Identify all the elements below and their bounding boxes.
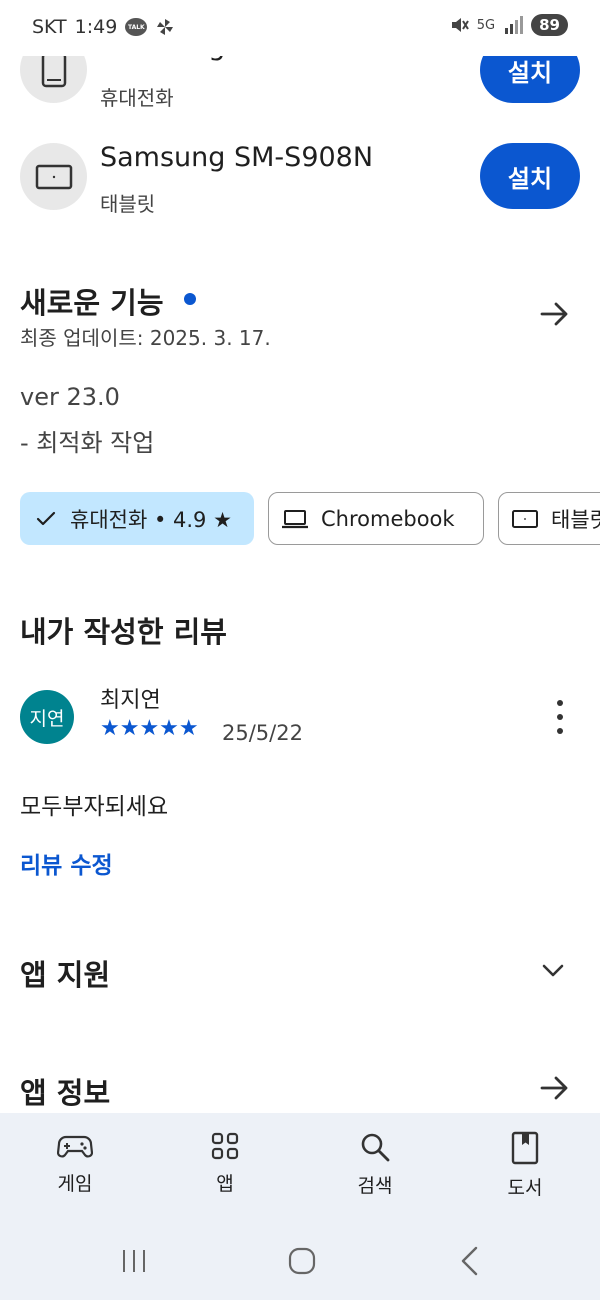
arrow-right-icon[interactable] <box>538 1071 572 1105</box>
signal-icon <box>505 16 524 34</box>
release-notes: - 최적화 작업 <box>20 429 155 457</box>
chip-label: 휴대전화 • 4.9 ★ <box>70 507 232 532</box>
recent-apps-icon[interactable] <box>120 1247 148 1275</box>
nav-label: 검색 <box>357 1175 393 1197</box>
status-bar: SKT 1:49 TALK 5G 89 <box>0 0 600 56</box>
phone-icon <box>41 52 66 87</box>
nav-search[interactable]: 검색 <box>325 1113 425 1230</box>
chip-label: 태블릿 <box>551 507 600 532</box>
system-navigation-bar <box>0 1230 600 1300</box>
more-options-icon[interactable] <box>550 700 570 734</box>
chip-chromebook[interactable]: Chromebook <box>268 492 484 545</box>
install-button[interactable]: 설치 <box>480 143 580 209</box>
chip-label: Chromebook <box>321 506 455 531</box>
mute-icon <box>451 18 469 32</box>
nav-games[interactable]: 게임 <box>25 1113 125 1230</box>
tablet-icon <box>512 509 538 528</box>
apps-grid-icon <box>211 1132 239 1160</box>
back-icon[interactable] <box>458 1245 482 1277</box>
battery-indicator: 89 <box>531 14 568 36</box>
device-type: 태블릿 <box>100 192 156 216</box>
chevron-down-icon[interactable] <box>538 955 568 985</box>
nav-books[interactable]: 도서 <box>475 1113 575 1230</box>
network-label: 5G <box>476 17 496 33</box>
carrier-label: SKT <box>32 16 67 38</box>
arrow-right-icon[interactable] <box>538 297 572 331</box>
edit-review-link[interactable]: 리뷰 수정 <box>20 846 113 880</box>
tablet-icon <box>35 164 72 189</box>
app-info-title[interactable]: 앱 정보 <box>20 1070 110 1112</box>
review-body: 모두부자되세요 <box>20 794 169 820</box>
gamepad-icon <box>57 1135 93 1158</box>
nav-label: 게임 <box>57 1173 93 1195</box>
bottom-navigation: 게임 앱 검색 도서 <box>0 1113 600 1230</box>
chip-phone[interactable]: 휴대전화 • 4.9 ★ <box>20 492 254 545</box>
device-icon-background <box>20 143 87 210</box>
kakaotalk-icon: TALK <box>125 18 148 36</box>
nav-apps[interactable]: 앱 <box>175 1113 275 1230</box>
new-indicator-dot <box>184 293 196 305</box>
nav-label: 앱 <box>216 1173 234 1195</box>
chip-tablet[interactable]: 태블릿 <box>498 492 600 545</box>
device-type: 휴대전화 <box>100 86 174 110</box>
last-updated: 최종 업데이트: 2025. 3. 17. <box>20 326 271 350</box>
laptop-icon <box>282 509 308 528</box>
device-name: Samsung SM-S908N <box>100 142 374 173</box>
version-text: ver 23.0 <box>20 383 120 411</box>
avatar: 지연 <box>20 690 74 744</box>
book-icon <box>511 1131 539 1165</box>
device-chip-row: 휴대전화 • 4.9 ★ Chromebook 태블릿 <box>20 492 600 546</box>
review-date: 25/5/22 <box>222 721 303 745</box>
whats-new-title: 새로운 기능 <box>20 286 164 320</box>
home-icon[interactable] <box>287 1246 317 1276</box>
pinwheel-icon <box>157 19 174 35</box>
search-icon <box>361 1133 390 1162</box>
check-icon <box>36 511 56 525</box>
nav-label: 도서 <box>507 1177 543 1199</box>
device-row: Samsung SM-S908N 태블릿 설치 <box>0 142 600 233</box>
reviewer-name: 최지연 <box>100 688 161 713</box>
my-review-title: 내가 작성한 리뷰 <box>20 615 227 649</box>
star-rating: ★★★★★ <box>100 716 199 741</box>
clock: 1:49 <box>74 16 118 38</box>
app-support-title[interactable]: 앱 지원 <box>20 952 110 994</box>
